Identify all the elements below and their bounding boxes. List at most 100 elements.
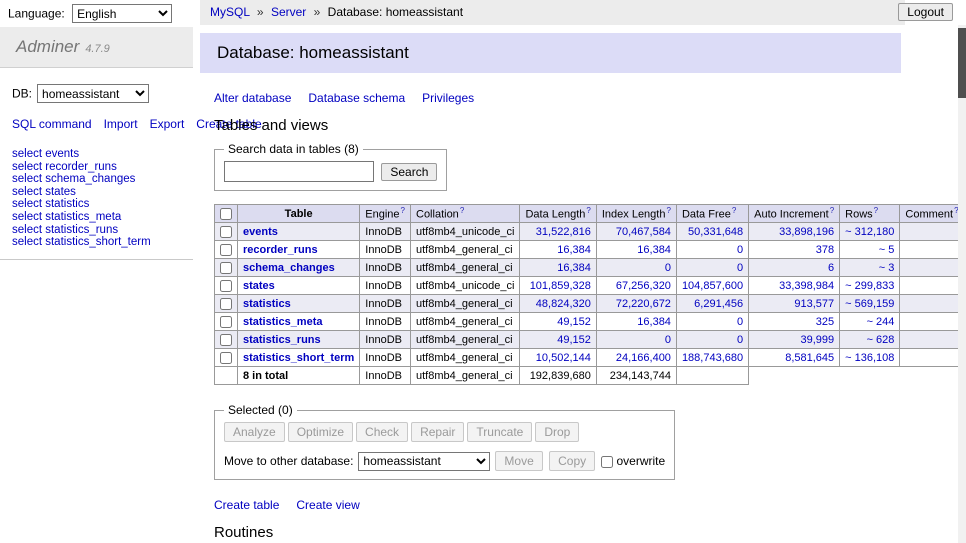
row-checkbox[interactable]: [220, 280, 232, 292]
help-icon[interactable]: ?: [460, 206, 464, 215]
auto-increment-link[interactable]: 378: [816, 244, 834, 256]
help-icon[interactable]: ?: [401, 206, 405, 215]
auto-increment-link[interactable]: 6: [828, 262, 834, 274]
rows-link[interactable]: ~ 3: [879, 262, 895, 274]
table-name-link[interactable]: recorder_runs: [243, 244, 318, 256]
select-table-link[interactable]: select statistics: [12, 198, 181, 211]
index-length-link[interactable]: 24,166,400: [616, 352, 671, 364]
table-name-link[interactable]: statistics_short_term: [243, 352, 354, 364]
breadcrumb-link-server[interactable]: Server: [271, 5, 306, 19]
export-link[interactable]: Export: [150, 117, 185, 131]
logout-button[interactable]: Logout: [898, 3, 953, 21]
privileges-link[interactable]: Privileges: [422, 91, 474, 105]
row-checkbox[interactable]: [220, 226, 232, 238]
auto-increment-link[interactable]: 33,398,984: [779, 280, 834, 292]
select-table-link[interactable]: select states: [12, 186, 181, 199]
breadcrumb-link-mysql[interactable]: MySQL: [210, 5, 250, 19]
data-free-link[interactable]: 0: [737, 316, 743, 328]
create-view-link[interactable]: Create view: [296, 498, 359, 512]
rows-link[interactable]: ~ 244: [867, 316, 895, 328]
data-free-link[interactable]: 0: [737, 244, 743, 256]
data-length-link[interactable]: 101,859,328: [530, 280, 591, 292]
db-select[interactable]: homeassistant: [37, 84, 149, 103]
select-table-link[interactable]: select statistics_runs: [12, 224, 181, 237]
row-checkbox[interactable]: [220, 298, 232, 310]
help-icon[interactable]: ?: [586, 206, 590, 215]
auto-increment-link[interactable]: 913,577: [794, 298, 834, 310]
table-name-link[interactable]: statistics_meta: [243, 316, 323, 328]
data-free-link[interactable]: 0: [737, 262, 743, 274]
data-length-link[interactable]: 48,824,320: [536, 298, 591, 310]
search-button[interactable]: Search: [381, 163, 437, 181]
alter-database-link[interactable]: Alter database: [214, 91, 291, 105]
data-free-link[interactable]: 188,743,680: [682, 352, 743, 364]
data-free-link[interactable]: 50,331,648: [688, 226, 743, 238]
data-length-link[interactable]: 16,384: [557, 244, 591, 256]
scrollbar[interactable]: [958, 25, 966, 543]
data-length-link[interactable]: 16,384: [557, 262, 591, 274]
row-checkbox[interactable]: [220, 352, 232, 364]
overwrite-label[interactable]: overwrite: [616, 454, 665, 468]
select-table-link[interactable]: select recorder_runs: [12, 161, 181, 174]
table-name-link[interactable]: schema_changes: [243, 262, 335, 274]
create-links: Create table Create view: [214, 498, 958, 512]
data-length-link[interactable]: 49,152: [557, 334, 591, 346]
search-input[interactable]: [224, 161, 374, 182]
cell-name: statistics_short_term: [238, 349, 360, 367]
index-length-link[interactable]: 0: [665, 262, 671, 274]
cell-comment: [900, 295, 958, 313]
index-length-link[interactable]: 0: [665, 334, 671, 346]
auto-increment-link[interactable]: 325: [816, 316, 834, 328]
index-length-link[interactable]: 67,256,320: [616, 280, 671, 292]
index-length-link[interactable]: 16,384: [637, 316, 671, 328]
database-schema-link[interactable]: Database schema: [308, 91, 405, 105]
rows-link[interactable]: ~ 136,108: [845, 352, 894, 364]
index-length-link[interactable]: 16,384: [637, 244, 671, 256]
help-icon[interactable]: ?: [732, 206, 736, 215]
select-table-link[interactable]: select schema_changes: [12, 173, 181, 186]
data-free-link[interactable]: 6,291,456: [694, 298, 743, 310]
rows-link[interactable]: ~ 569,159: [845, 298, 894, 310]
overwrite-checkbox[interactable]: [601, 456, 613, 468]
table-name-link[interactable]: events: [243, 226, 278, 238]
index-length-link[interactable]: 70,467,584: [616, 226, 671, 238]
select-table-link[interactable]: select statistics_short_term: [12, 236, 181, 249]
table-name-link[interactable]: statistics: [243, 298, 291, 310]
row-checkbox[interactable]: [220, 262, 232, 274]
scrollbar-thumb[interactable]: [958, 28, 966, 98]
tables-table: Table Engine? Collation? Data Length? In…: [214, 204, 958, 385]
table-name-link[interactable]: statistics_runs: [243, 334, 321, 346]
data-length-link[interactable]: 49,152: [557, 316, 591, 328]
data-free-link[interactable]: 0: [737, 334, 743, 346]
data-length-link[interactable]: 31,522,816: [536, 226, 591, 238]
auto-increment-link[interactable]: 33,898,196: [779, 226, 834, 238]
move-db-select[interactable]: homeassistant: [358, 452, 490, 471]
data-free-link[interactable]: 104,857,600: [682, 280, 743, 292]
data-length-link[interactable]: 10,502,144: [536, 352, 591, 364]
rows-link[interactable]: ~ 299,833: [845, 280, 894, 292]
table-row: statesInnoDButf8mb4_unicode_ci101,859,32…: [215, 277, 959, 295]
rows-link[interactable]: ~ 5: [879, 244, 895, 256]
rows-link[interactable]: ~ 312,180: [845, 226, 894, 238]
cell-data-length: 49,152: [520, 331, 596, 349]
select-table-link[interactable]: select events: [12, 148, 181, 161]
table-name-link[interactable]: states: [243, 280, 275, 292]
auto-increment-link[interactable]: 39,999: [801, 334, 835, 346]
row-checkbox[interactable]: [220, 334, 232, 346]
help-icon[interactable]: ?: [830, 206, 834, 215]
create-table-link[interactable]: Create table: [214, 498, 279, 512]
import-link[interactable]: Import: [104, 117, 138, 131]
help-icon[interactable]: ?: [874, 206, 878, 215]
rows-link[interactable]: ~ 628: [867, 334, 895, 346]
help-icon[interactable]: ?: [666, 206, 670, 215]
select-all-checkbox[interactable]: [220, 208, 232, 220]
auto-increment-link[interactable]: 8,581,645: [785, 352, 834, 364]
language-select[interactable]: English: [72, 4, 172, 23]
row-checkbox[interactable]: [220, 244, 232, 256]
row-checkbox-cell: [215, 349, 238, 367]
breadcrumb-separator: »: [257, 5, 264, 19]
sql-command-link[interactable]: SQL command: [12, 117, 92, 131]
select-table-link[interactable]: select statistics_meta: [12, 211, 181, 224]
row-checkbox[interactable]: [220, 316, 232, 328]
index-length-link[interactable]: 72,220,672: [616, 298, 671, 310]
